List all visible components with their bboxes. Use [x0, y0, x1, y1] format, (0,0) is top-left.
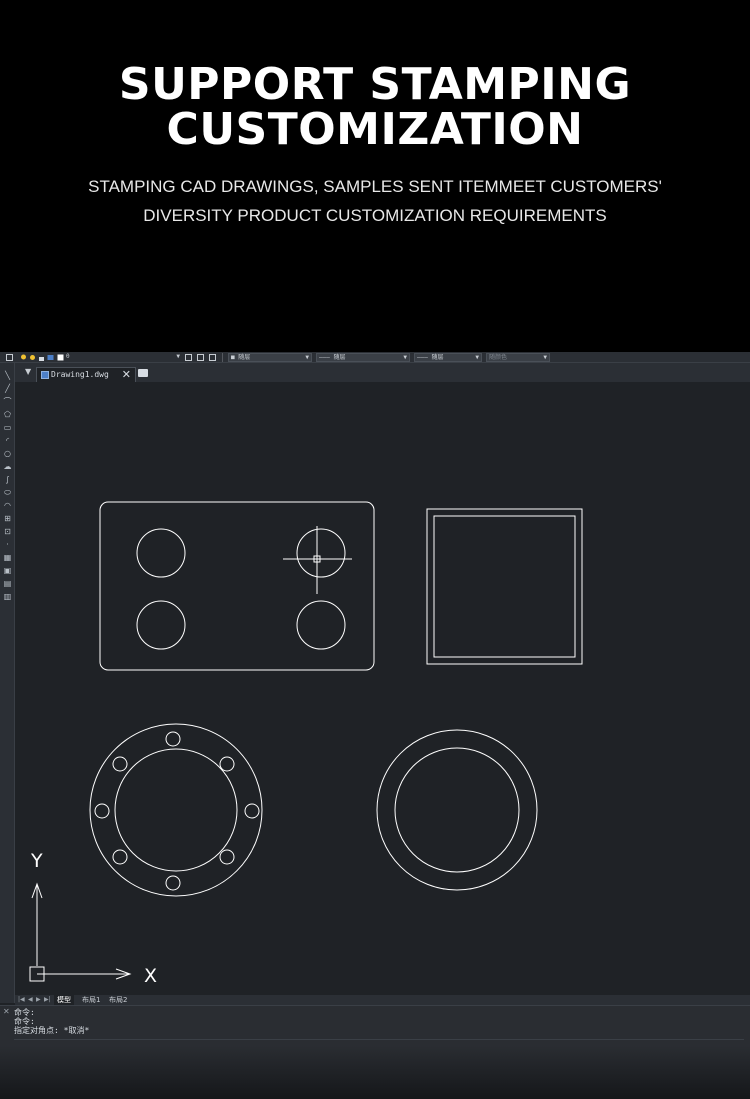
close-icon[interactable]: ✕: [122, 368, 131, 381]
first-layout-icon[interactable]: |◀: [18, 996, 25, 1003]
flange-bolt-hole: [219, 756, 235, 772]
insert-block-tool-icon[interactable]: ⊞: [3, 514, 12, 523]
dwg-file-icon: [41, 371, 49, 379]
square-frame-inner: [433, 515, 576, 658]
tab-menu-icon[interactable]: ▼: [25, 367, 31, 376]
region-tool-icon[interactable]: ▥: [3, 592, 12, 601]
layer-previous-icon[interactable]: [197, 354, 204, 361]
flange-bolt-hole: [244, 803, 260, 819]
crosshair-cursor: [283, 526, 352, 594]
next-layout-icon[interactable]: ▶: [36, 996, 41, 1003]
command-history-line: 命令:: [14, 1008, 35, 1017]
y-axis-label: Y: [30, 850, 43, 872]
layer-dropdown-value: 0: [66, 353, 70, 360]
toolbar-separator: [222, 353, 223, 362]
document-tab-bar: ▼ Drawing1.dwg ✕: [15, 363, 750, 382]
tab-label: Drawing1.dwg: [51, 370, 109, 379]
polyline-tool-icon[interactable]: ⌒: [3, 397, 12, 406]
flange-outer: [89, 723, 263, 897]
flange-inner: [114, 748, 238, 872]
chevron-down-icon: ▼: [305, 354, 309, 361]
layer-manager-icon[interactable]: [6, 354, 13, 361]
make-block-tool-icon[interactable]: ⊡: [3, 527, 12, 536]
revcloud-tool-icon[interactable]: ☁: [3, 462, 12, 471]
point-tool-icon[interactable]: ·: [3, 540, 12, 549]
flange-bolt-hole: [94, 803, 110, 819]
command-history-line: 命令:: [14, 1017, 35, 1026]
close-icon[interactable]: ✕: [3, 1007, 10, 1016]
layout-tab-bar: |◀ ◀ ▶ ▶| 模型 布局1 布局2: [15, 995, 750, 1005]
flange-bolt-hole: [112, 849, 128, 865]
tab-drawing1[interactable]: Drawing1.dwg ✕: [36, 367, 136, 382]
ucs-axis-icon: [29, 882, 132, 982]
properties-toolbar: 0 ▼ ■ 随层 ▼ ——— 随层 ▼ ——— 随层 ▼ 随颜色 ▼: [0, 352, 750, 363]
hero-title: SUPPORT STAMPING CUSTOMIZATION: [118, 59, 632, 155]
hero-subtitle-line-2: DIVERSITY PRODUCT CUSTOMIZATION REQUIREM…: [143, 206, 607, 225]
print-icon[interactable]: [47, 354, 54, 361]
xline-tool-icon[interactable]: ╱: [3, 384, 12, 393]
hero-subtitle: STAMPING CAD DRAWINGS, SAMPLES SENT ITEM…: [0, 172, 750, 230]
chevron-down-icon: ▼: [475, 354, 479, 361]
x-axis-label: X: [144, 965, 157, 987]
plate-hole: [296, 600, 346, 650]
square-frame-outer: [426, 508, 583, 665]
line-tool-icon[interactable]: ╲: [3, 371, 12, 380]
plotstyle-dropdown-value: 随颜色: [489, 354, 508, 361]
flange-bolt-hole: [165, 875, 181, 891]
prev-layout-icon[interactable]: ◀: [28, 996, 33, 1003]
plotstyle-dropdown[interactable]: 随颜色 ▼: [486, 353, 550, 362]
hero-subtitle-line-1: STAMPING CAD DRAWINGS, SAMPLES SENT ITEM…: [88, 177, 662, 196]
command-window: ✕ 命令: 命令: 指定对角点: *取消*: [0, 1005, 750, 1046]
ring-inner: [394, 747, 520, 873]
cad-window: 0 ▼ ■ 随层 ▼ ——— 随层 ▼ ——— 随层 ▼ 随颜色 ▼ ╲ ╱ ⌒…: [0, 352, 750, 1099]
hero-banner: SUPPORT STAMPING CUSTOMIZATION STAMPING …: [0, 0, 750, 352]
lock-icon[interactable]: [38, 354, 45, 361]
layer-dropdown[interactable]: 0 ▼: [64, 353, 182, 362]
table-tool-icon[interactable]: ▤: [3, 579, 12, 588]
rectangle-tool-icon[interactable]: ▭: [3, 423, 12, 432]
flange-bolt-hole: [112, 756, 128, 772]
sun-icon[interactable]: [29, 354, 36, 361]
ring-outer: [376, 729, 538, 891]
tab-layout1[interactable]: 布局1: [79, 995, 103, 1005]
plate-hole: [136, 528, 186, 578]
lineweight-dropdown-value: ——— 随层: [417, 354, 444, 361]
make-current-icon[interactable]: [185, 354, 192, 361]
ellipse-arc-tool-icon[interactable]: ◠: [3, 501, 12, 510]
plate-hole: [296, 528, 346, 578]
lineweight-dropdown[interactable]: ——— 随层 ▼: [414, 353, 482, 362]
layer-state-icon[interactable]: [209, 354, 216, 361]
linetype-dropdown[interactable]: ——— 随层 ▼: [316, 353, 410, 362]
color-swatch-icon: [57, 354, 64, 361]
draw-toolbar: ╲ ╱ ⌒ ⬠ ▭ ◜ ○ ☁ ∫ ⬭ ◠ ⊞ ⊡ · ▦ ▣ ▤ ▥: [0, 363, 15, 1003]
flange-bolt-hole: [165, 731, 181, 747]
gradient-tool-icon[interactable]: ▣: [3, 566, 12, 575]
tab-layout2[interactable]: 布局2: [106, 995, 130, 1005]
plate-hole: [136, 600, 186, 650]
color-dropdown-value: ■ 随层: [231, 354, 251, 361]
chevron-down-icon: ▼: [403, 354, 407, 361]
hatch-tool-icon[interactable]: ▦: [3, 553, 12, 562]
tab-model[interactable]: 模型: [54, 995, 74, 1005]
linetype-dropdown-value: ——— 随层: [319, 354, 346, 361]
spline-tool-icon[interactable]: ∫: [3, 475, 12, 484]
arc-tool-icon[interactable]: ◜: [3, 436, 12, 445]
new-tab-icon[interactable]: [138, 369, 148, 377]
chevron-down-icon: ▼: [543, 354, 547, 361]
ellipse-tool-icon[interactable]: ⬭: [3, 488, 12, 497]
status-area: [0, 1046, 750, 1099]
command-history-line: 指定对角点: *取消*: [14, 1026, 90, 1035]
drawing-canvas[interactable]: Y X: [15, 382, 750, 995]
plate-outline: [99, 501, 375, 671]
bulb-icon[interactable]: [20, 354, 27, 361]
chevron-down-icon: ▼: [176, 353, 180, 360]
color-dropdown[interactable]: ■ 随层 ▼: [228, 353, 312, 362]
polygon-tool-icon[interactable]: ⬠: [3, 410, 12, 419]
circle-tool-icon[interactable]: ○: [3, 449, 12, 458]
flange-bolt-hole: [219, 849, 235, 865]
last-layout-icon[interactable]: ▶|: [44, 996, 51, 1003]
